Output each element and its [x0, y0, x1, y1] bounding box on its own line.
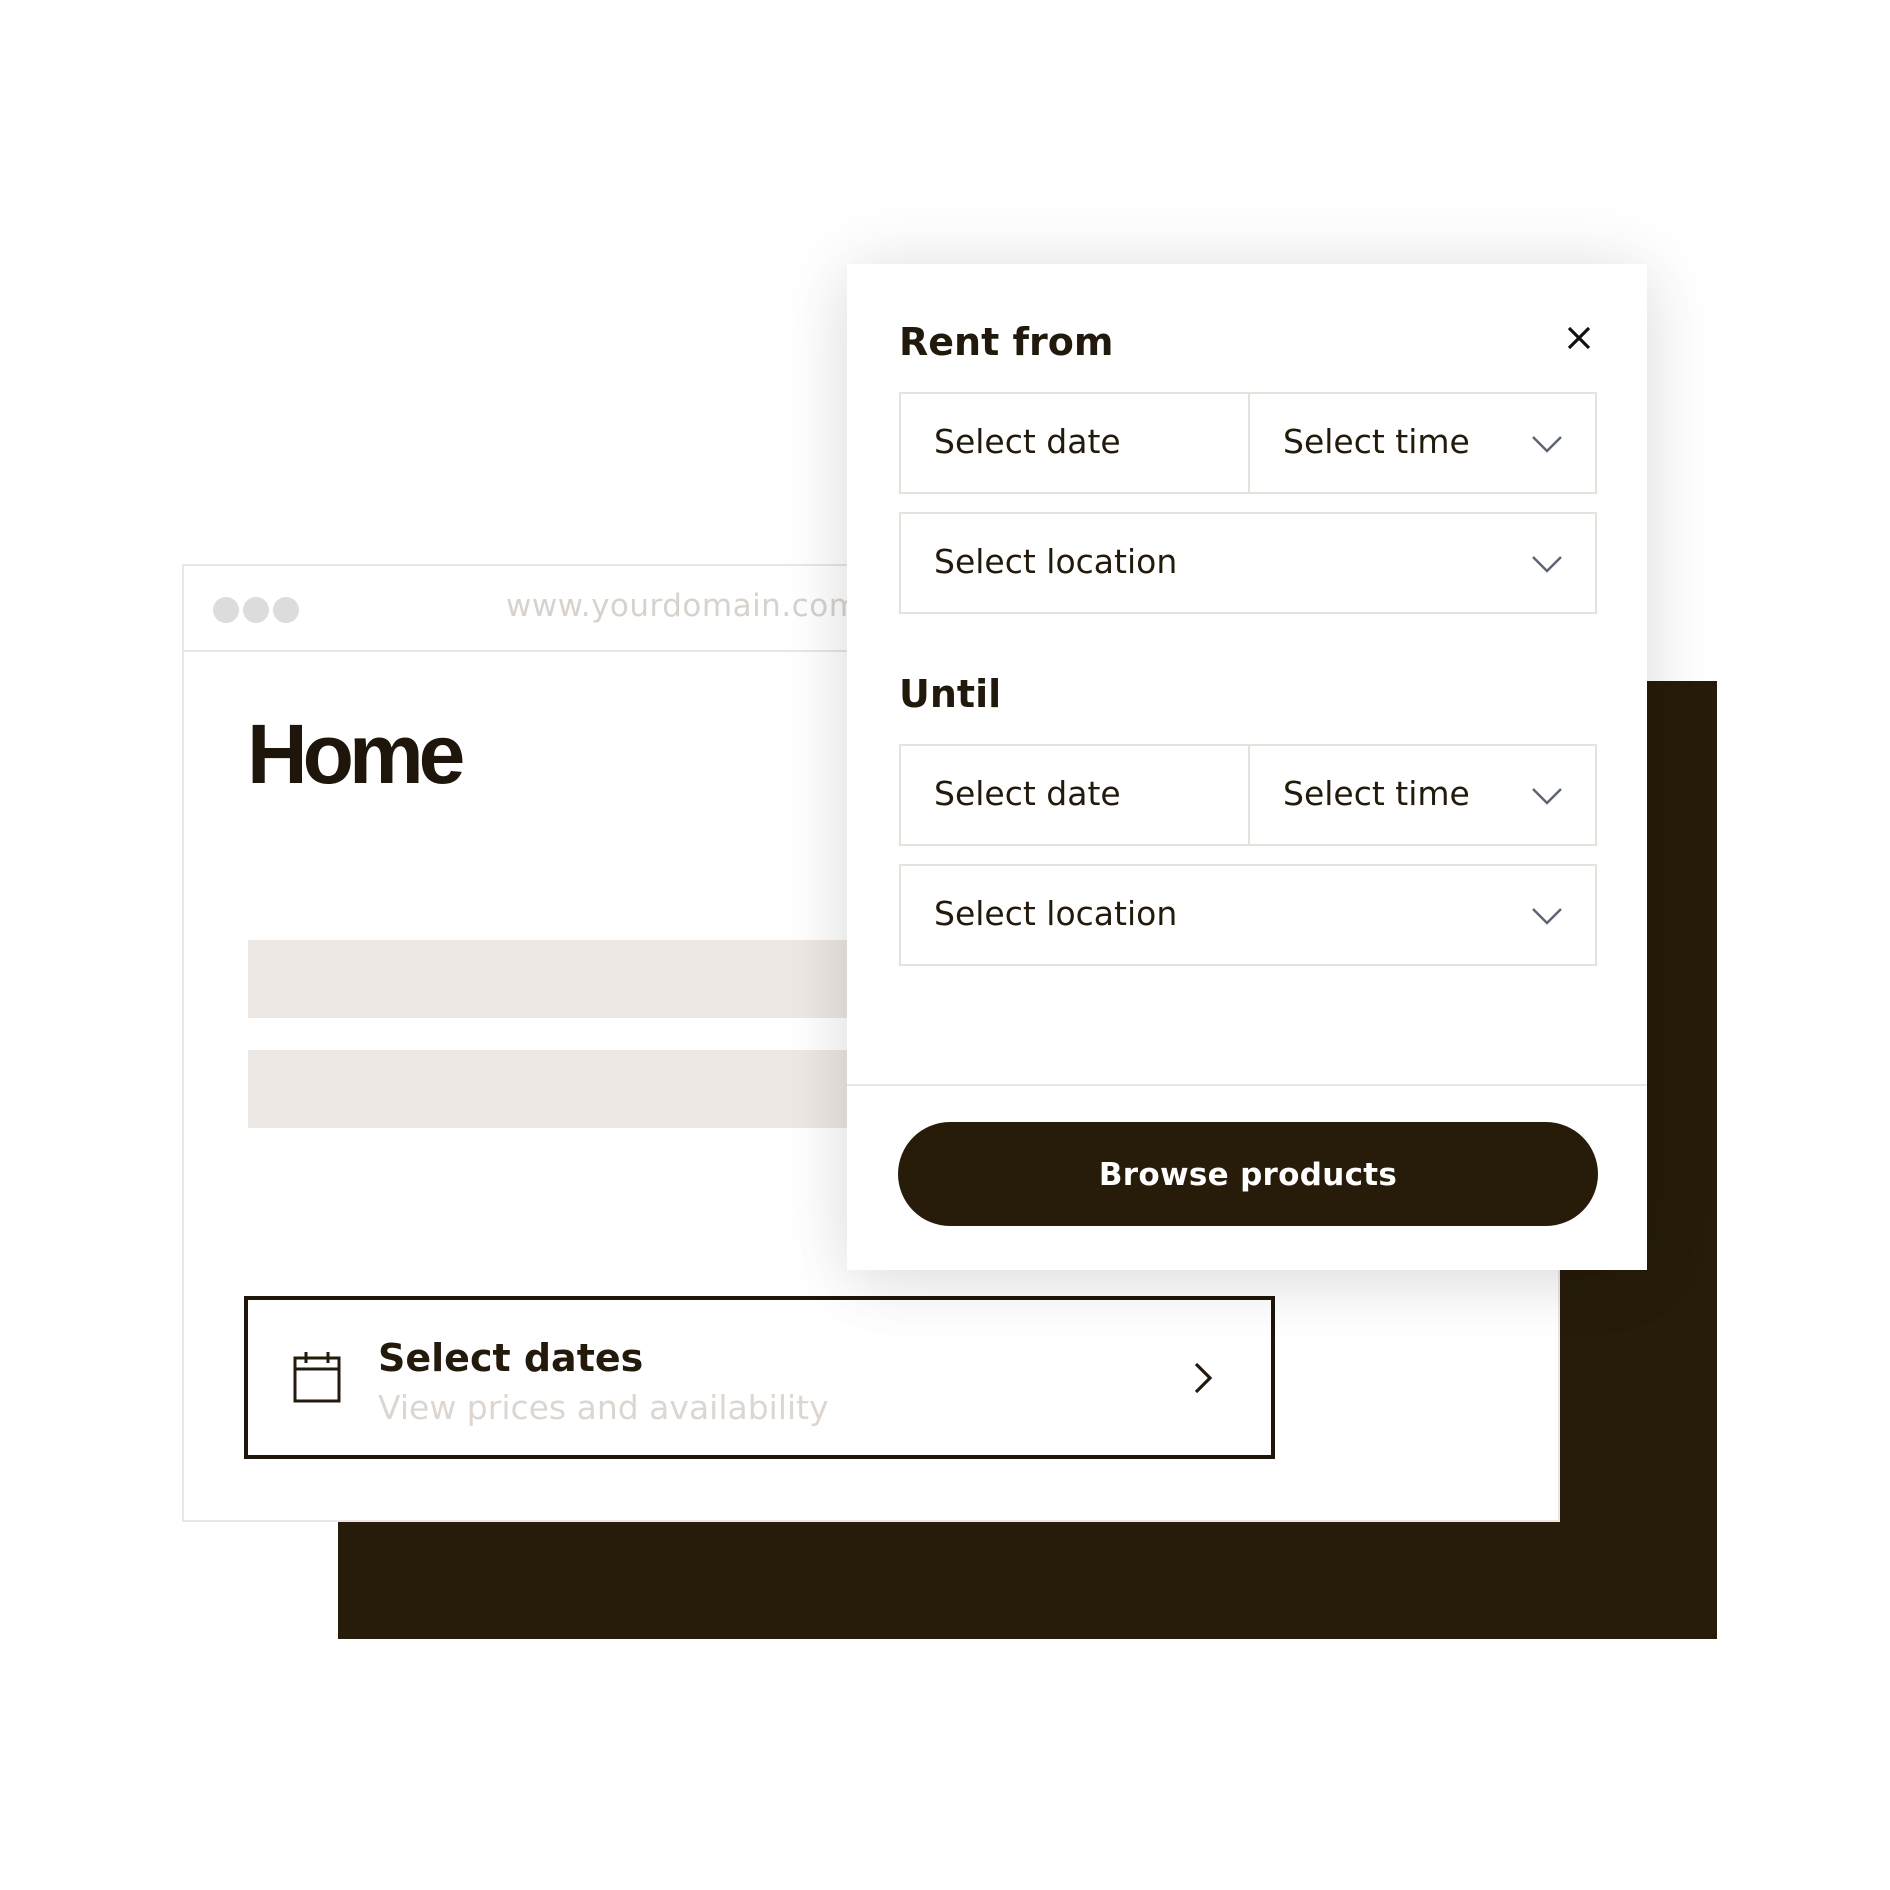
until-heading: Until — [899, 672, 1002, 716]
rent-from-datetime-row: Select date Select time — [899, 392, 1597, 494]
dialog-divider — [847, 1084, 1647, 1086]
browse-products-button[interactable]: Browse products — [898, 1122, 1598, 1226]
close-icon[interactable] — [1565, 324, 1593, 352]
rent-from-date-field[interactable]: Select date — [901, 394, 1250, 492]
rent-from-time-placeholder: Select time — [1283, 422, 1470, 461]
window-dot-icon — [213, 597, 239, 623]
until-time-placeholder: Select time — [1283, 774, 1470, 813]
rent-from-location-row: Select location — [899, 512, 1597, 614]
select-dates-subtitle: View prices and availability — [378, 1388, 829, 1427]
chevron-down-icon — [1532, 908, 1562, 925]
rent-from-heading: Rent from — [899, 320, 1114, 364]
chevron-down-icon — [1532, 556, 1562, 573]
until-location-select[interactable]: Select location — [901, 866, 1595, 964]
rental-dialog: Rent from Select date Select time Select… — [847, 264, 1647, 1270]
select-dates-button[interactable]: Select dates View prices and availabilit… — [244, 1296, 1275, 1459]
until-date-field[interactable]: Select date — [901, 746, 1250, 844]
window-dot-icon — [273, 597, 299, 623]
rent-from-date-placeholder: Select date — [934, 422, 1121, 461]
address-bar-url[interactable]: www.yourdomain.com — [506, 588, 859, 624]
rent-from-time-select[interactable]: Select time — [1250, 394, 1595, 492]
until-location-row: Select location — [899, 864, 1597, 966]
until-date-placeholder: Select date — [934, 774, 1121, 813]
rent-from-location-placeholder: Select location — [934, 542, 1178, 581]
chevron-down-icon — [1532, 788, 1562, 805]
window-dot-icon — [243, 597, 269, 623]
until-datetime-row: Select date Select time — [899, 744, 1597, 846]
stage: www.yourdomain.com Home Select dates Vie… — [0, 0, 1890, 1890]
calendar-icon — [293, 1352, 341, 1403]
placeholder-bar — [248, 940, 948, 1018]
placeholder-bar — [248, 1050, 948, 1128]
chevron-down-icon — [1532, 436, 1562, 453]
until-location-placeholder: Select location — [934, 894, 1178, 933]
select-dates-title: Select dates — [378, 1336, 644, 1380]
chevron-right-icon — [1194, 1362, 1213, 1394]
rent-from-location-select[interactable]: Select location — [901, 514, 1595, 612]
until-time-select[interactable]: Select time — [1250, 746, 1595, 844]
page-title: Home — [247, 707, 465, 801]
